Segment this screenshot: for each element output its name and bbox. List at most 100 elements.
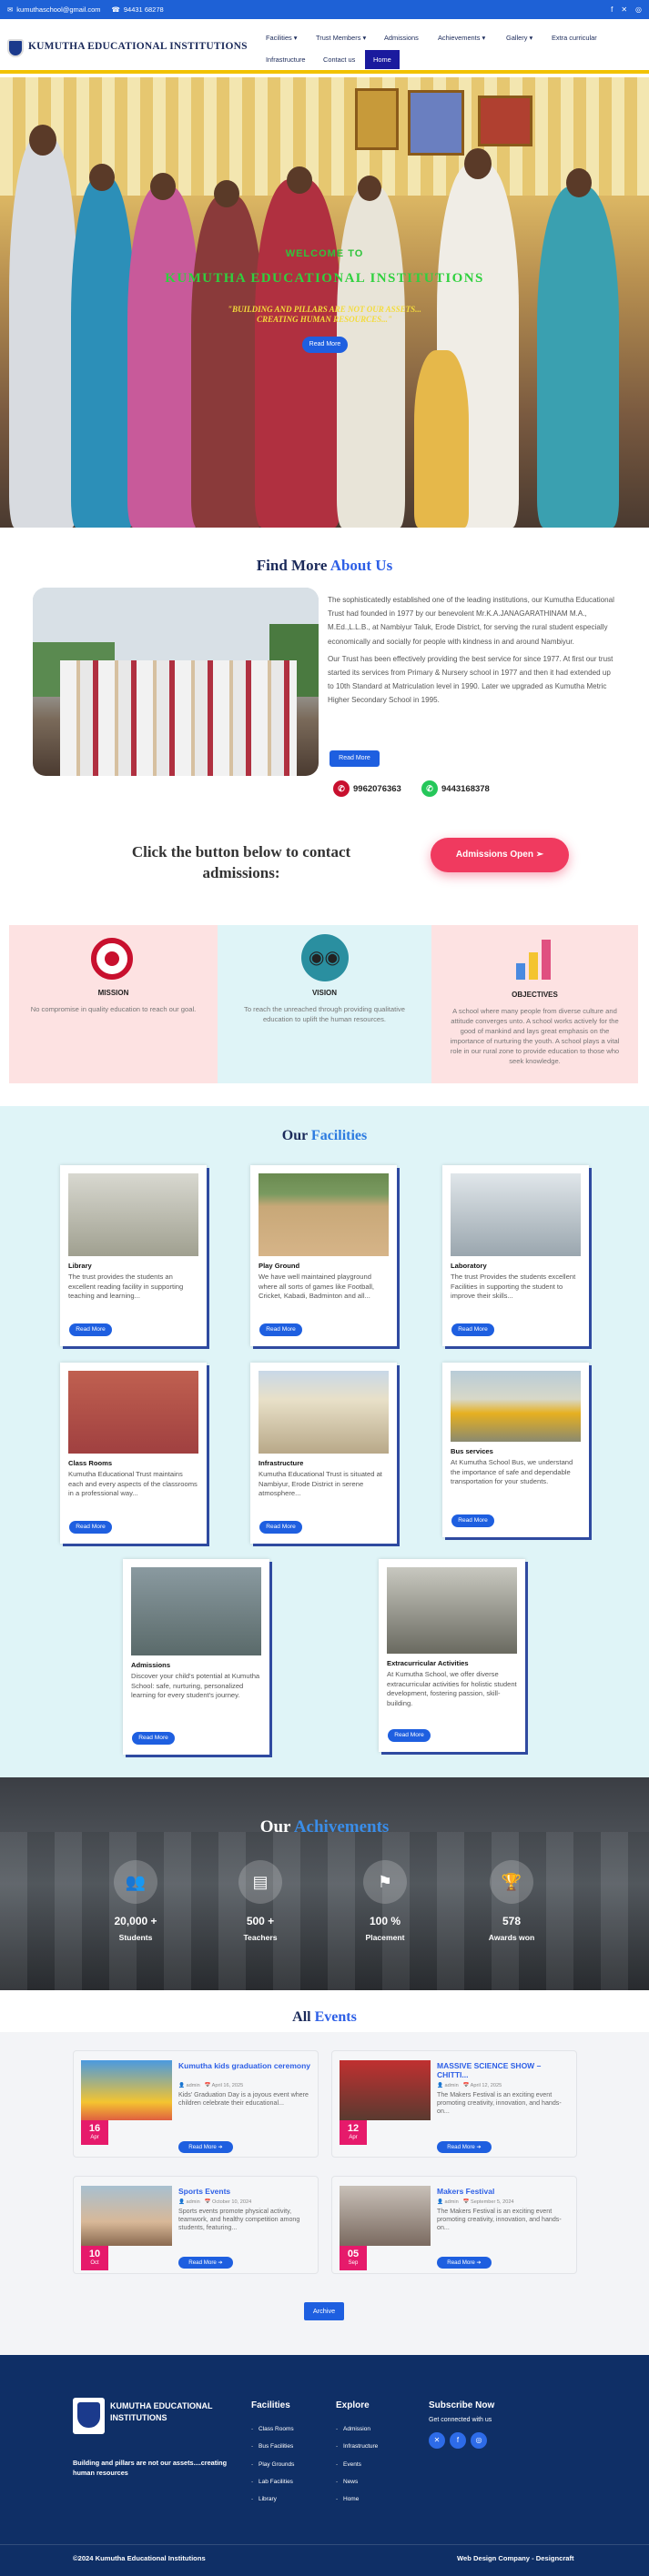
nav-infrastructure[interactable]: Infrastructure	[266, 55, 306, 64]
trophy-icon: 🏆	[490, 1860, 533, 1904]
event-card[interactable]: 16 Apr Kumutha kids graduation ceremony 👤…	[73, 2050, 319, 2158]
contact-admissions-text: Click the button below to contact admiss…	[131, 843, 351, 881]
event-title[interactable]: Makers Festival	[437, 2187, 569, 2196]
hero-person	[191, 196, 264, 528]
facility-card-playground[interactable]: Play Ground We have well maintained play…	[250, 1165, 397, 1346]
facility-card-laboratory[interactable]: Laboratory The trust Provides the studen…	[442, 1165, 589, 1346]
event-read-more-button[interactable]: Read More ➔	[437, 2141, 492, 2153]
facility-card-library[interactable]: Library The trust provides the students …	[60, 1165, 207, 1346]
event-title[interactable]: Kumutha kids graduation ceremony	[178, 2061, 310, 2070]
admissions-open-button[interactable]: Admissions Open ➢	[431, 838, 569, 872]
event-title[interactable]: Sports Events	[178, 2187, 310, 2196]
event-card[interactable]: 05 Sep Makers Festival 👤 admin 📅 Septembe…	[331, 2176, 577, 2274]
footer-credit-link[interactable]: Web Design Company - Designcraft	[457, 2554, 574, 2562]
event-title[interactable]: MASSIVE SCIENCE SHOW – CHITTI...	[437, 2061, 569, 2079]
laboratory-photo	[451, 1173, 581, 1256]
stat-teachers: ▤ 500 + Teachers	[210, 1860, 310, 1942]
facilities-heading: Our Facilities	[281, 1128, 368, 1143]
footer-link[interactable]: Admission	[336, 2426, 378, 2432]
whatsapp-icon: ✆	[421, 780, 438, 797]
facility-card-infrastructure[interactable]: Infrastructure Kumutha Educational Trust…	[250, 1363, 397, 1544]
event-photo	[340, 2060, 431, 2120]
x-twitter-icon[interactable]: ✕	[429, 2432, 445, 2449]
hero-person	[414, 350, 469, 528]
facility-card-classrooms[interactable]: Class Rooms Kumutha Educational Trust ma…	[60, 1363, 207, 1544]
read-more-button[interactable]: Read More	[69, 1323, 112, 1336]
chart-icon	[511, 934, 560, 983]
nav-facilities[interactable]: Facilities ▾	[266, 34, 298, 42]
archive-button[interactable]: Archive	[304, 2302, 344, 2320]
event-card[interactable]: 12 Apr MASSIVE SCIENCE SHOW – CHITTI... 👤…	[331, 2050, 577, 2158]
instagram-icon[interactable]: ◎	[635, 5, 642, 14]
school-logo[interactable]	[7, 39, 24, 57]
nav-gallery[interactable]: Gallery ▾	[506, 34, 532, 42]
event-read-more-button[interactable]: Read More ➔	[178, 2257, 233, 2269]
brand-name[interactable]: KUMUTHA EDUCATIONAL INSTITUTIONS	[28, 41, 248, 52]
nav-achievements[interactable]: Achievements ▾	[438, 34, 485, 42]
read-more-button[interactable]: Read More	[451, 1323, 494, 1336]
facility-card-bus-services[interactable]: Bus services At Kumutha School Bus, we u…	[442, 1363, 589, 1537]
framed-picture	[355, 88, 399, 150]
nav-extra-curricular[interactable]: Extra curricular	[552, 34, 597, 42]
hero-person	[127, 186, 200, 528]
hero-person-head	[214, 180, 239, 207]
nav-trust-members[interactable]: Trust Members ▾	[316, 34, 366, 42]
facility-card-extracurricular[interactable]: Extracurricular Activities At Kumutha Sc…	[379, 1559, 525, 1752]
target-icon	[89, 936, 138, 981]
read-more-button[interactable]: Read More	[259, 1323, 302, 1336]
read-more-button[interactable]: Read More	[132, 1732, 175, 1745]
events-heading: All Events	[292, 2009, 357, 2025]
footer-link[interactable]: Home	[336, 2496, 378, 2502]
nav-home[interactable]: Home	[365, 50, 400, 69]
footer-logo[interactable]	[73, 2398, 105, 2434]
whatsapp-contact[interactable]: ✆ 9443168378	[421, 780, 490, 797]
students-icon: 👥	[114, 1860, 157, 1904]
event-date-badge: 10 Oct	[81, 2246, 108, 2270]
event-read-more-button[interactable]: Read More ➔	[437, 2257, 492, 2269]
hero-read-more-button[interactable]: Read More	[302, 337, 348, 353]
event-desc: Kids' Graduation Day is a joyous event w…	[178, 2091, 309, 2108]
footer-link[interactable]: Lab Facilities	[251, 2479, 294, 2485]
footer-link[interactable]: Bus Facilities	[251, 2443, 294, 2450]
hero-person-head	[89, 164, 115, 191]
event-photo	[340, 2186, 431, 2246]
hero-person-head	[150, 173, 176, 200]
achievements-heading: Our Achivements	[259, 1817, 390, 1836]
read-more-button[interactable]: Read More	[451, 1514, 494, 1527]
footer-link[interactable]: Events	[336, 2461, 378, 2468]
top-email[interactable]: kumuthaschool@gmail.com	[16, 5, 100, 14]
instagram-icon[interactable]: ◎	[471, 2432, 487, 2449]
event-date-badge: 16 Apr	[81, 2120, 108, 2145]
footer-brand: KUMUTHA EDUCATIONAL INSTITUTIONS	[110, 2401, 213, 2422]
hero-person-head	[358, 176, 381, 201]
facility-card-admissions[interactable]: Admissions Discover your child's potenti…	[123, 1559, 269, 1755]
read-more-button[interactable]: Read More	[388, 1729, 431, 1742]
stat-awards: 🏆 578 Awards won	[461, 1860, 562, 1942]
footer-link[interactable]: Play Grounds	[251, 2461, 294, 2468]
site-footer: KUMUTHA EDUCATIONAL INSTITUTIONS Buildin…	[0, 2355, 649, 2576]
x-twitter-icon[interactable]: ✕	[621, 5, 627, 14]
top-bar: ✉ kumuthaschool@gmail.com ☎ 94431 68278 …	[0, 0, 649, 19]
footer-link[interactable]: Infrastructure	[336, 2443, 378, 2450]
placement-icon: ⚑	[363, 1860, 407, 1904]
facebook-icon[interactable]: f	[450, 2432, 466, 2449]
about-read-more-button[interactable]: Read More	[330, 750, 380, 767]
about-paragraph-1: The sophisticatedly established one of t…	[328, 596, 614, 646]
event-read-more-button[interactable]: Read More ➔	[178, 2141, 233, 2153]
hero-welcome: WELCOME TO	[285, 248, 364, 259]
nav-contact-us[interactable]: Contact us	[323, 55, 355, 64]
site-header: KUMUTHA EDUCATIONAL INSTITUTIONS Facilit…	[0, 19, 649, 74]
read-more-button[interactable]: Read More	[259, 1521, 302, 1534]
stat-placement: ⚑ 100 % Placement	[335, 1860, 435, 1942]
read-more-button[interactable]: Read More	[69, 1521, 112, 1534]
footer-explore-column: Explore Admission Infrastructure Events …	[336, 2400, 378, 2513]
footer-link[interactable]: Library	[251, 2496, 294, 2502]
event-card[interactable]: 10 Oct Sports Events 👤 admin 📅 October 10…	[73, 2176, 319, 2274]
phone-contact-1[interactable]: ✆ 9962076363	[333, 780, 401, 797]
top-phone[interactable]: 94431 68278	[124, 5, 164, 14]
nav-admissions[interactable]: Admissions	[384, 34, 419, 42]
footer-link[interactable]: News	[336, 2479, 378, 2485]
facebook-icon[interactable]: f	[611, 5, 613, 14]
framed-picture	[408, 90, 464, 156]
footer-link[interactable]: Class Rooms	[251, 2426, 294, 2432]
